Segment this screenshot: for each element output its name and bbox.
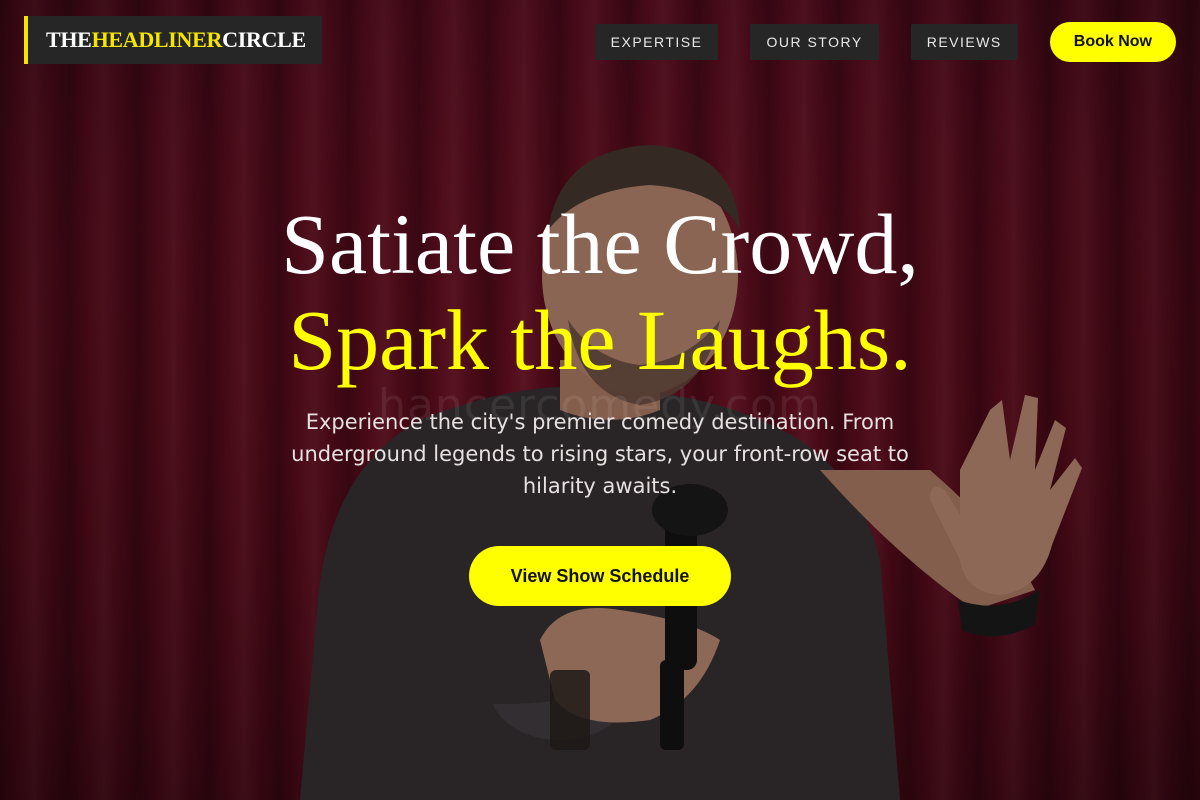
- brand-logo-accent: HEADLINER: [91, 27, 223, 52]
- hero-headline-line1: Satiate the Crowd,: [281, 196, 919, 292]
- book-now-button[interactable]: Book Now: [1049, 22, 1176, 62]
- view-show-schedule-button[interactable]: View Show Schedule: [469, 546, 731, 606]
- hero-headline-line2: Spark the Laughs.: [288, 292, 912, 388]
- brand-logo[interactable]: THE HEADLINER CIRCLE: [24, 16, 322, 64]
- main-nav: EXPERTISE OUR STORY REVIEWS Book Now: [594, 22, 1176, 62]
- nav-link-expertise[interactable]: EXPERTISE: [594, 24, 719, 60]
- nav-link-our-story[interactable]: OUR STORY: [750, 24, 879, 60]
- hero-subtitle: Experience the city's premier comedy des…: [291, 410, 909, 498]
- nav-link-reviews[interactable]: REVIEWS: [910, 24, 1018, 60]
- hero-section: hancercomedy.com THE HEADLINER CIRCLE EX…: [0, 0, 1200, 800]
- hero-content: Satiate the Crowd, Spark the Laughs. Exp…: [0, 196, 1200, 502]
- brand-logo-part1: THE: [46, 27, 92, 52]
- brand-logo-part2: CIRCLE: [222, 27, 306, 52]
